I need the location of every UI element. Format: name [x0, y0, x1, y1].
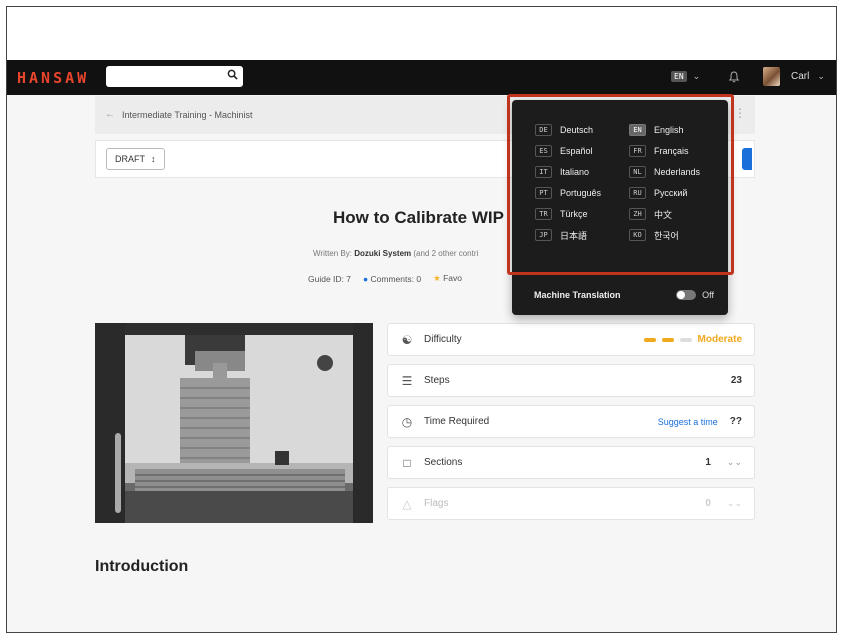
language-selector-button[interactable]: EN ⌄ — [671, 71, 700, 82]
more-options-icon[interactable]: ⋮ — [734, 106, 746, 120]
expand-chevron-icon[interactable]: ⌄⌄ — [727, 457, 742, 468]
favorites-link[interactable]: ★ Favo — [433, 273, 462, 284]
sections-label: Sections — [424, 457, 463, 468]
difficulty-value: Moderate — [643, 334, 742, 345]
user-menu[interactable]: Carl ⌄ — [791, 71, 825, 82]
highlight-box — [507, 94, 734, 275]
machine-photo-illustration — [95, 323, 373, 523]
breadcrumb-link[interactable]: Intermediate Training - Machinist — [122, 110, 253, 120]
contributors-link[interactable]: (and 2 other contri — [413, 249, 478, 258]
primary-action-button[interactable] — [742, 148, 752, 170]
difficulty-level-pill — [679, 337, 692, 342]
expand-chevron-icon[interactable]: ⌄⌄ — [727, 498, 742, 509]
difficulty-row: ☯ Difficulty Moderate — [387, 323, 755, 356]
chevron-down-icon: ⌄ — [817, 71, 825, 81]
flags-label: Flags — [424, 498, 449, 509]
comments-link[interactable]: ● Comments: 0 — [363, 274, 421, 284]
difficulty-level-pill — [643, 337, 656, 342]
flags-row[interactable]: △ Flags 0 ⌄⌄ — [387, 487, 755, 520]
back-arrow-icon[interactable]: ← — [105, 109, 115, 120]
sections-row[interactable]: □ Sections 1 ⌄⌄ — [387, 446, 755, 479]
machine-translation-row: Machine Translation Off — [534, 290, 714, 300]
app-frame: HANSAW EN ⌄ Carl ⌄ ← Intermediate Traini… — [6, 6, 837, 633]
top-margin — [7, 7, 836, 60]
sections-value: 1 — [705, 457, 711, 468]
updown-chevron-icon: ↕ — [151, 154, 156, 164]
favorites-label: Favo — [443, 273, 462, 283]
search-input[interactable] — [106, 66, 243, 87]
steps-row: ☰ Steps 23 — [387, 364, 755, 397]
bell-icon[interactable] — [727, 70, 741, 84]
flags-value: 0 — [705, 498, 711, 509]
difficulty-level-pill — [661, 337, 674, 342]
list-icon: ☰ — [401, 373, 413, 388]
star-icon: ★ — [433, 273, 441, 283]
top-navbar: HANSAW EN ⌄ Carl ⌄ — [7, 60, 836, 95]
page-title: How to Calibrate WIP — [333, 208, 504, 227]
guide-main-image[interactable] — [95, 323, 373, 523]
search-icon[interactable] — [227, 69, 238, 80]
current-language-badge: EN — [671, 71, 687, 82]
draft-status-select[interactable]: DRAFT ↕ — [106, 148, 165, 170]
steps-label: Steps — [424, 375, 450, 386]
steps-value: 23 — [730, 375, 742, 386]
time-required-value: ?? — [729, 416, 742, 427]
clock-icon: ◷ — [401, 414, 413, 429]
draft-label: DRAFT — [115, 154, 145, 164]
time-required-label: Time Required — [424, 416, 490, 427]
time-required-row: ◷ Time Required Suggest a time ?? — [387, 405, 755, 438]
user-name: Carl — [791, 71, 810, 82]
author-link[interactable]: Dozuki System — [354, 249, 411, 258]
machine-translation-state: Off — [702, 290, 714, 300]
suggest-time-link[interactable]: Suggest a time — [658, 417, 718, 427]
bookmark-icon: □ — [403, 455, 411, 470]
warning-icon: △ — [402, 496, 412, 511]
comment-icon: ● — [363, 273, 369, 284]
guide-id: Guide ID: 7 — [308, 273, 351, 284]
difficulty-text: Moderate — [697, 334, 742, 345]
difficulty-label: Difficulty — [424, 334, 462, 345]
brand-logo[interactable]: HANSAW — [17, 69, 89, 87]
machine-translation-toggle[interactable] — [676, 290, 697, 300]
written-by-label: Written By: — [313, 249, 352, 258]
guide-meta: Guide ID: 7 ● Comments: 0 ★ Favo — [308, 273, 462, 284]
breadcrumb[interactable]: ← Intermediate Training - Machinist — [105, 109, 253, 120]
byline: Written By: Dozuki System (and 2 other c… — [313, 249, 478, 258]
chevron-down-icon: ⌄ — [692, 71, 701, 81]
comments-label: Comments: 0 — [370, 273, 422, 284]
gauge-icon: ☯ — [401, 332, 413, 347]
machine-translation-label: Machine Translation — [534, 290, 621, 300]
introduction-heading: Introduction — [95, 558, 189, 575]
avatar[interactable] — [763, 67, 780, 86]
